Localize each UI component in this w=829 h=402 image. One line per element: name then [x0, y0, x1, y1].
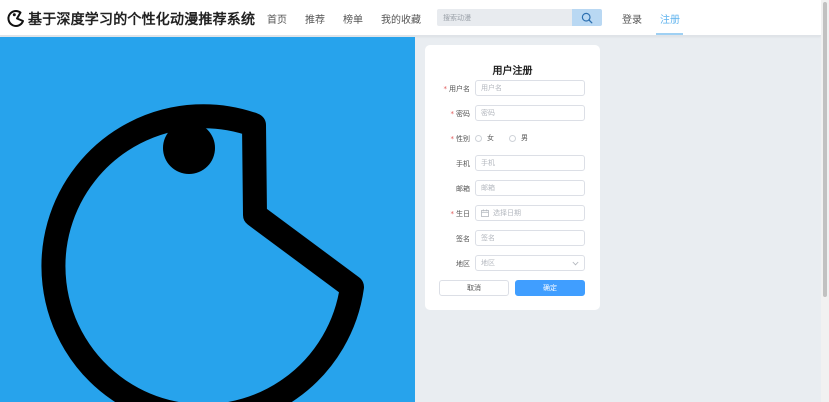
- signature-label: 签名: [456, 235, 470, 243]
- region-select[interactable]: 地区: [475, 255, 585, 271]
- birthday-date-picker[interactable]: 选择日期: [475, 205, 585, 221]
- password-label: * 密码: [450, 110, 471, 118]
- username-field[interactable]: [475, 80, 585, 96]
- confirm-button[interactable]: 确定: [515, 280, 585, 296]
- cancel-button[interactable]: 取消: [439, 280, 509, 296]
- chevron-down-icon: [572, 261, 579, 265]
- top-navbar: 基于深度学习的个性化动漫推荐系统 首页 推荐 榜单 我的收藏 登录 注册: [0, 0, 821, 36]
- email-field[interactable]: [475, 180, 585, 196]
- username-label: * 用户名: [443, 85, 471, 93]
- password-field[interactable]: [475, 105, 585, 121]
- nav-home[interactable]: 首页: [267, 11, 287, 26]
- nav-register[interactable]: 注册: [660, 11, 680, 26]
- scrollbar-thumb[interactable]: [823, 2, 827, 297]
- hero-banner: [0, 37, 415, 402]
- gender-male-radio[interactable]: 男: [509, 133, 528, 143]
- radio-circle-icon: [509, 134, 516, 142]
- gender-female-radio[interactable]: 女: [475, 133, 494, 143]
- search-icon: [581, 12, 593, 23]
- calendar-icon: [481, 209, 489, 217]
- nav-favorites[interactable]: 我的收藏: [381, 11, 421, 26]
- nav-recommend[interactable]: 推荐: [305, 11, 325, 26]
- nav-ranking[interactable]: 榜单: [343, 11, 363, 26]
- phone-label: 手机: [456, 160, 470, 168]
- pacman-illustration: [41, 104, 364, 402]
- active-tab-indicator: [656, 33, 683, 35]
- birthday-placeholder: 选择日期: [493, 209, 521, 217]
- region-label: 地区: [456, 260, 470, 268]
- register-card: 用户注册 *用户名 *密码 *性别 女 男 手机 邮箱 *生日 选择日期 签名 …: [425, 45, 600, 310]
- radio-circle-icon: [475, 134, 482, 142]
- gender-label: * 性别: [450, 135, 471, 143]
- pacman-logo-icon[interactable]: [6, 8, 26, 28]
- nav-login[interactable]: 登录: [622, 11, 642, 26]
- search-input[interactable]: [437, 9, 572, 26]
- signature-field[interactable]: [475, 230, 585, 246]
- app-title[interactable]: 基于深度学习的个性化动漫推荐系统: [28, 9, 255, 29]
- email-label: 邮箱: [456, 185, 470, 193]
- page-scrollbar[interactable]: [821, 0, 829, 402]
- region-placeholder: 地区: [481, 259, 495, 267]
- birthday-label: * 生日: [450, 210, 471, 218]
- form-title: 用户注册: [492, 66, 533, 77]
- phone-field[interactable]: [475, 155, 585, 171]
- search-button[interactable]: [572, 9, 602, 26]
